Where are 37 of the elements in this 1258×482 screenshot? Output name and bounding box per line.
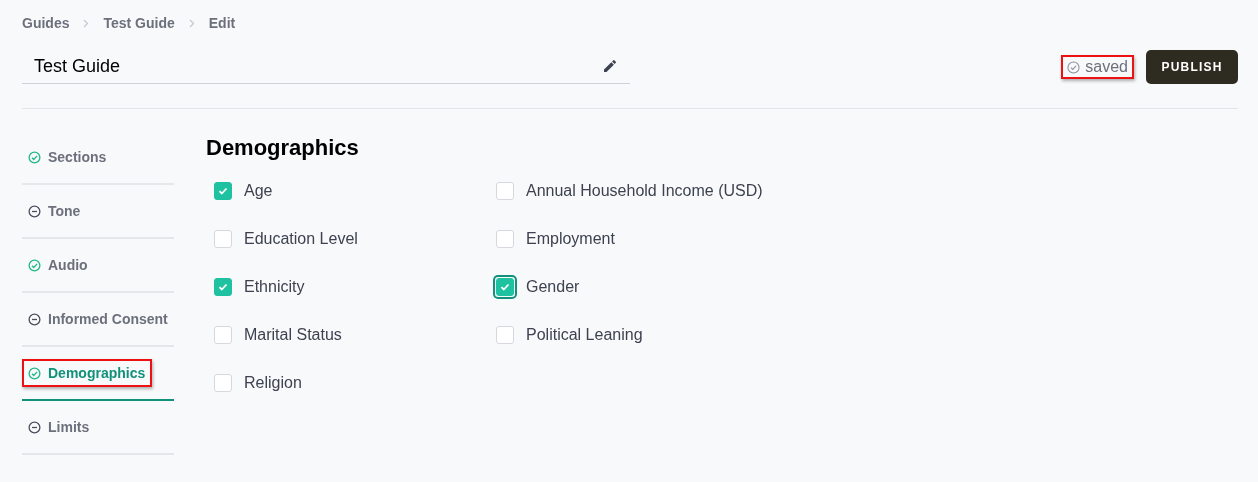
checkmark-icon [217,281,229,293]
checkmark-icon [217,185,229,197]
checkbox[interactable] [214,182,232,200]
title-field[interactable]: Test Guide [22,50,630,84]
chevron-icon [83,18,90,28]
checkbox-label: Annual Household Income (USD) [526,182,763,200]
breadcrumb-link[interactable]: Guides [22,15,70,31]
checkbox[interactable] [496,326,514,344]
pencil-icon[interactable] [602,58,618,74]
checkbox[interactable] [214,374,232,392]
save-status: saved [1061,55,1134,79]
publish-button[interactable]: PUBLISH [1146,50,1238,84]
sidebar-tab[interactable]: Demographics [22,347,174,401]
checkbox[interactable] [214,278,232,296]
checkbox-label: Education Level [244,230,358,248]
sidebar-tab[interactable]: Tone [22,185,174,239]
breadcrumb-link[interactable]: Edit [208,15,236,31]
checkbox-label: Age [244,182,273,200]
checkbox[interactable] [214,230,232,248]
checkbox[interactable] [214,326,232,344]
sidebar-tab[interactable]: Sections [22,131,174,185]
check-circle-icon [1067,60,1081,74]
sidebar-tab[interactable]: Audio [22,239,174,293]
checkbox-label: Ethnicity [244,278,305,296]
checkbox[interactable] [496,230,514,248]
sidebar-tab[interactable]: Informed Consent [22,293,174,347]
breadcrumb-link[interactable]: Test Guide [103,15,175,31]
checkbox-label: Political Leaning [526,326,643,344]
checkbox-label: Marital Status [244,326,342,344]
section-heading: Demographics [206,135,360,161]
checkbox-label: Employment [526,230,615,248]
sidebar-tab[interactable]: Limits [22,401,174,455]
checkmark-icon [499,281,511,293]
checkbox-label: Religion [244,374,302,392]
checkbox-label: Gender [526,278,580,296]
checkbox[interactable] [496,182,514,200]
chevron-icon [188,18,195,28]
